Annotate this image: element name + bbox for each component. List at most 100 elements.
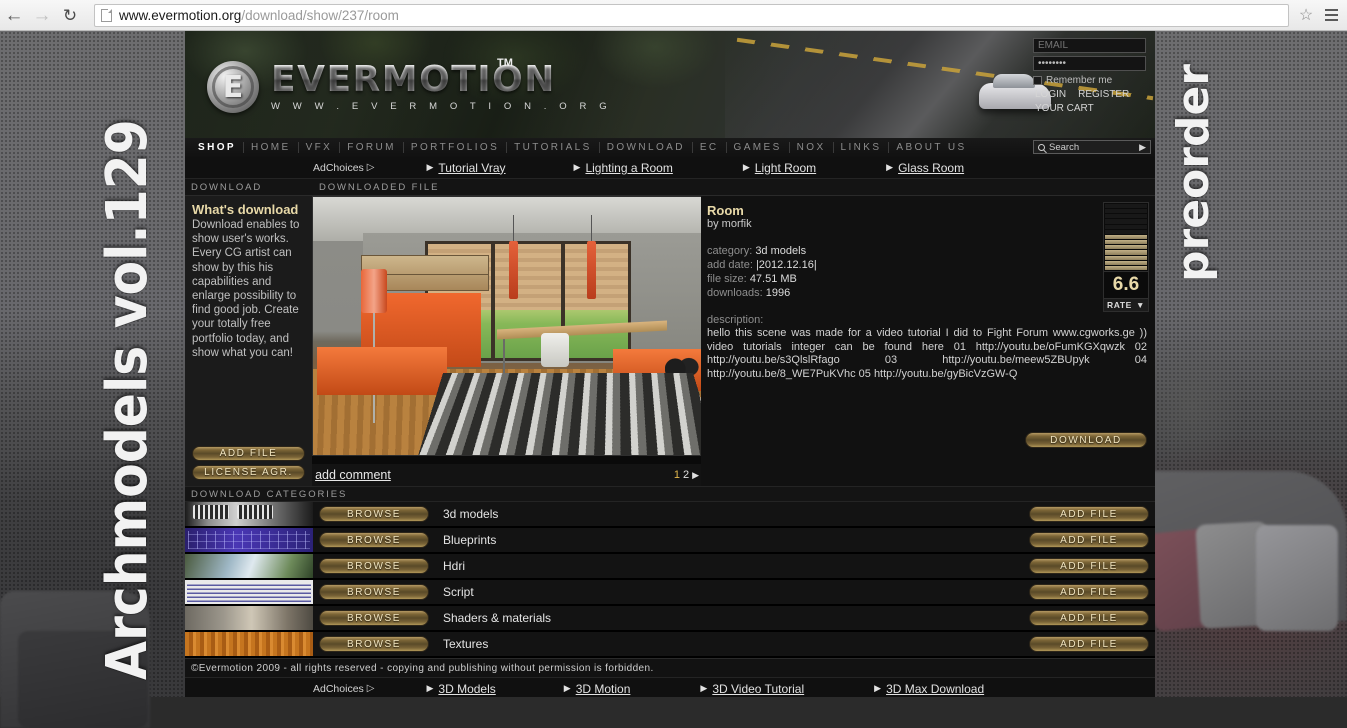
ad-link-tutorial-vray[interactable]: ▶ Tutorial Vray: [426, 161, 505, 175]
browse-button[interactable]: BROWSE: [319, 558, 429, 574]
search-submit-arrow-icon[interactable]: ▶: [1139, 142, 1146, 153]
car-grille-thumb[interactable]: [185, 502, 313, 526]
add-file-button[interactable]: ADD FILE: [1029, 584, 1149, 600]
rating-bar[interactable]: [1105, 224, 1147, 229]
room-preview-image[interactable]: [313, 197, 704, 455]
nav-item-nox[interactable]: NOX: [790, 142, 834, 153]
table-row: BROWSE Script ADD FILE: [185, 580, 1155, 606]
pager-page-1[interactable]: 1: [674, 469, 680, 481]
rating-bar[interactable]: [1105, 260, 1147, 265]
adchoices-top[interactable]: AdChoices ▷: [313, 162, 374, 174]
footer-link-3d-motion[interactable]: ▶ 3D Motion: [564, 682, 631, 696]
category-label[interactable]: Script: [429, 585, 1029, 599]
rating-bar[interactable]: [1105, 214, 1147, 219]
preview-column: add comment 1 2 ▶: [312, 196, 705, 486]
browse-button[interactable]: BROWSE: [319, 584, 429, 600]
rating-bar[interactable]: [1105, 255, 1147, 260]
nav-item-ec[interactable]: EC: [693, 142, 727, 153]
nav-item-tutorials[interactable]: TUTORIALS: [507, 142, 600, 153]
category-label[interactable]: Textures: [429, 637, 1029, 651]
nav-item-vfx[interactable]: VFX: [299, 142, 341, 153]
nav-item-games[interactable]: GAMES: [727, 142, 790, 153]
category-label[interactable]: Shaders & materials: [429, 611, 1029, 625]
browse-button[interactable]: BROWSE: [319, 506, 429, 522]
rating-bars[interactable]: [1103, 202, 1149, 272]
adchoices-icon: ▷: [366, 162, 375, 173]
category-label[interactable]: Blueprints: [429, 533, 1029, 547]
your-cart-link[interactable]: YOUR CART: [1033, 103, 1149, 114]
adchoices-footer[interactable]: AdChoices ▷: [313, 683, 374, 695]
table-row: BROWSE Hdri ADD FILE: [185, 554, 1155, 580]
nav-item-home[interactable]: HOME: [244, 142, 299, 153]
browse-button[interactable]: BROWSE: [319, 610, 429, 626]
meta-label: category:: [707, 245, 753, 257]
forward-arrow-icon[interactable]: →: [28, 1, 56, 29]
pager-page-2[interactable]: 2: [683, 469, 689, 481]
search-input[interactable]: Search ▶: [1033, 140, 1151, 154]
blueprint-thumb[interactable]: [185, 528, 313, 552]
nav-item-download[interactable]: DOWNLOAD: [600, 142, 693, 153]
file-meta: category: 3d models add date: |2012.12.1…: [707, 244, 1147, 300]
rating-bar[interactable]: [1105, 250, 1147, 255]
rate-label: RATE: [1107, 300, 1132, 310]
rate-dropdown[interactable]: RATE ▼: [1103, 299, 1149, 312]
rating-widget[interactable]: 6.6 RATE ▼: [1103, 202, 1149, 312]
rating-bar[interactable]: [1105, 245, 1147, 250]
evermotion-emblem-icon: E: [207, 61, 259, 113]
license-agreement-button[interactable]: LICENSE AGR.: [192, 465, 305, 480]
category-label[interactable]: 3d models: [429, 507, 1029, 521]
browse-button[interactable]: BROWSE: [319, 532, 429, 548]
remember-me-row[interactable]: Remember me: [1033, 75, 1149, 86]
nav-item-shop[interactable]: SHOP: [191, 142, 244, 153]
material-swatch-thumb[interactable]: [185, 606, 313, 630]
site-logo[interactable]: E EVERMOTION W W W . E V E R M O T I O N…: [207, 61, 612, 113]
footer-link-3d-max-download[interactable]: ▶ 3D Max Download: [874, 682, 984, 696]
add-comment-link[interactable]: add comment: [315, 468, 391, 482]
rating-bar[interactable]: [1105, 240, 1147, 245]
ad-link-lighting-a-room[interactable]: ▶ Lighting a Room: [574, 161, 673, 175]
wood-texture-thumb[interactable]: [185, 632, 313, 656]
login-link[interactable]: LOGIN: [1035, 89, 1066, 100]
email-field[interactable]: [1033, 38, 1146, 53]
register-link[interactable]: REGISTER: [1078, 89, 1129, 100]
banner-preorder[interactable]: preorder: [1168, 32, 1219, 282]
rating-bar[interactable]: [1105, 229, 1147, 234]
nav-item-forum[interactable]: FORUM: [340, 142, 404, 153]
rating-bar[interactable]: [1105, 209, 1147, 214]
ad-link-label: Glass Room: [898, 160, 965, 175]
pager-next-arrow-icon[interactable]: ▶: [692, 470, 699, 481]
category-label[interactable]: Hdri: [429, 559, 1029, 573]
ad-link-light-room[interactable]: ▶ Light Room: [743, 161, 816, 175]
add-file-button[interactable]: ADD FILE: [1029, 636, 1149, 652]
hdri-sky-thumb[interactable]: [185, 554, 313, 578]
nav-item-portfolios[interactable]: PORTFOLIOS: [404, 142, 508, 153]
content-body: What's download Download enables to show…: [185, 196, 1155, 486]
banner-archmodels[interactable]: Archmodels vol.129: [95, 40, 160, 680]
password-field[interactable]: [1033, 56, 1146, 71]
reload-icon[interactable]: ↻: [56, 1, 84, 29]
rating-bar[interactable]: [1105, 203, 1147, 209]
browse-button[interactable]: BROWSE: [319, 636, 429, 652]
remember-me-checkbox[interactable]: [1033, 76, 1042, 85]
code-script-thumb[interactable]: [185, 580, 313, 604]
footer-link-3d-models[interactable]: ▶ 3D Models: [426, 682, 495, 696]
add-file-button[interactable]: ADD FILE: [1029, 506, 1149, 522]
rating-bar[interactable]: [1105, 219, 1147, 224]
footer-link-3d-video-tutorial[interactable]: ▶ 3D Video Tutorial: [700, 682, 804, 696]
add-file-button[interactable]: ADD FILE: [1029, 610, 1149, 626]
back-arrow-icon[interactable]: ←: [0, 1, 28, 29]
ad-link-glass-room[interactable]: ▶ Glass Room: [886, 161, 964, 175]
rating-bar[interactable]: [1105, 234, 1147, 240]
add-file-button[interactable]: ADD FILE: [192, 446, 305, 461]
download-categories-header: DOWNLOAD CATEGORIES: [185, 486, 1155, 502]
nav-item-links[interactable]: LINKS: [834, 142, 890, 153]
url-bar[interactable]: www.evermotion.org/download/show/237/roo…: [94, 3, 1289, 27]
add-file-button[interactable]: ADD FILE: [1029, 558, 1149, 574]
download-button[interactable]: DOWNLOAD: [1025, 432, 1147, 448]
url-text: www.evermotion.org/download/show/237/roo…: [119, 8, 399, 23]
add-file-button[interactable]: ADD FILE: [1029, 532, 1149, 548]
star-bookmark-icon[interactable]: ☆: [1293, 4, 1319, 27]
rating-bar[interactable]: [1105, 265, 1147, 270]
hamburger-menu-icon[interactable]: [1319, 2, 1343, 28]
nav-item-about-us[interactable]: ABOUT US: [889, 142, 973, 153]
